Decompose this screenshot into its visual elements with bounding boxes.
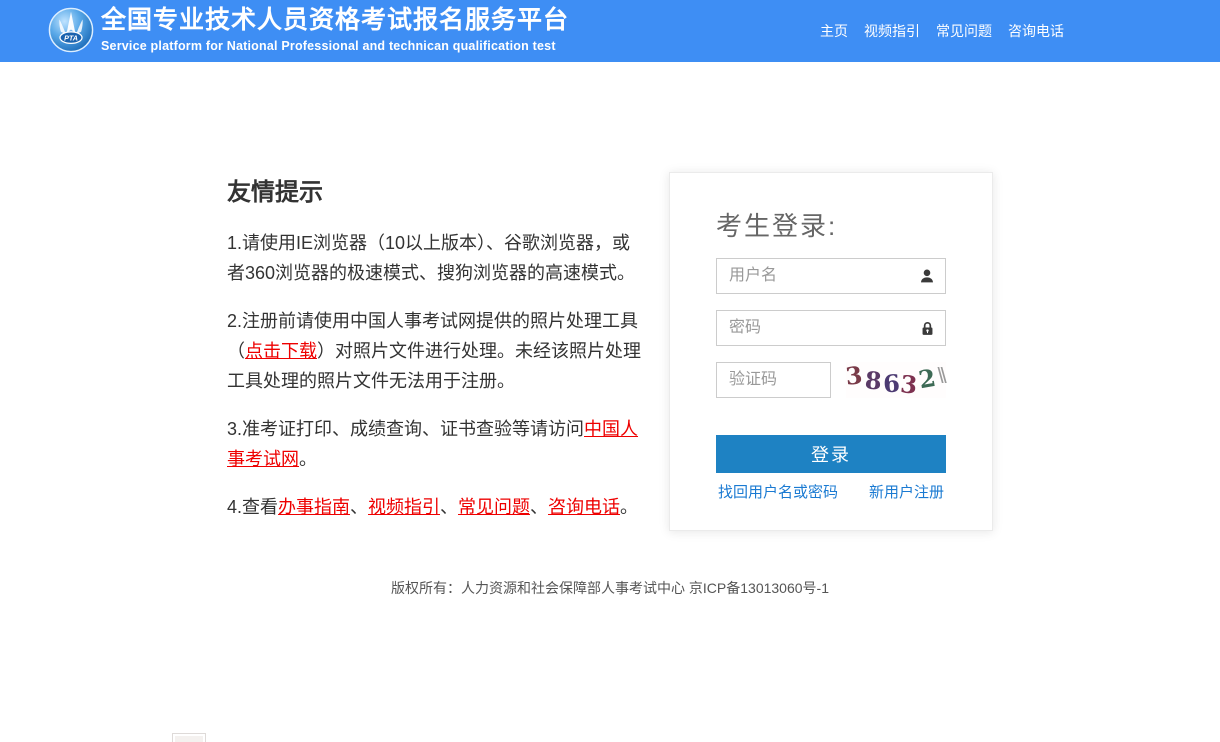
password-input[interactable] bbox=[716, 310, 946, 346]
tip-red-link[interactable]: 常见问题 bbox=[458, 497, 530, 517]
logo-text: PTA bbox=[64, 35, 78, 43]
captcha-digit: 2 bbox=[917, 366, 938, 393]
tip-item: 1.请使用IE浏览器（10以上版本）、谷歌浏览器，或者360浏览器的极速模式、搜… bbox=[227, 228, 647, 288]
captcha-digit: 3 bbox=[899, 372, 918, 398]
captcha-image[interactable]: 38632\\ bbox=[846, 362, 946, 398]
partial-element-artifact bbox=[172, 733, 206, 742]
captcha-digit: 3 bbox=[844, 363, 863, 389]
lock-icon bbox=[918, 319, 936, 337]
username-input[interactable] bbox=[716, 258, 946, 294]
brand-text: 全国专业技术人员资格考试报名服务平台 Service platform for … bbox=[101, 7, 569, 53]
user-icon bbox=[918, 267, 936, 285]
tip-item: 4.查看办事指南、视频指引、常见问题、咨询电话。 bbox=[227, 492, 647, 522]
nav-link-2[interactable]: 常见问题 bbox=[936, 21, 992, 41]
tip-item: 3.准考证打印、成绩查询、证书查验等请访问中国人事考试网。 bbox=[227, 414, 647, 474]
login-button[interactable]: 登录 bbox=[716, 435, 946, 473]
tip-red-link[interactable]: 办事指南 bbox=[278, 497, 350, 517]
username-row bbox=[716, 258, 946, 294]
tip-red-link[interactable]: 点击下载 bbox=[245, 341, 317, 361]
tips-section: 友情提示 1.请使用IE浏览器（10以上版本）、谷歌浏览器，或者360浏览器的极… bbox=[227, 172, 647, 540]
captcha-digit: 6 bbox=[883, 372, 901, 397]
login-panel: 考生登录: 38632\\ 登录 bbox=[669, 172, 993, 531]
captcha-digit: 8 bbox=[864, 368, 882, 393]
captcha-noise: \\ bbox=[938, 363, 944, 389]
tips-heading: 友情提示 bbox=[227, 172, 647, 207]
tip-red-link[interactable]: 视频指引 bbox=[368, 497, 440, 517]
tip-red-link[interactable]: 中国人事考试网 bbox=[227, 419, 638, 469]
forgot-password-link[interactable]: 找回用户名或密码 bbox=[718, 481, 838, 502]
register-link[interactable]: 新用户注册 bbox=[869, 481, 944, 502]
nav-link-3[interactable]: 咨询电话 bbox=[1008, 21, 1064, 41]
nav-link-0[interactable]: 主页 bbox=[820, 21, 848, 41]
nav-link-1[interactable]: 视频指引 bbox=[864, 21, 920, 41]
header-nav: 主页视频指引常见问题咨询电话 bbox=[820, 0, 1064, 62]
password-row bbox=[716, 310, 946, 346]
footer-copyright: 版权所有：人力资源和社会保障部人事考试中心 京ICP备13013060号-1 bbox=[0, 578, 1220, 598]
header: PTA 全国专业技术人员资格考试报名服务平台 Service platform … bbox=[0, 0, 1220, 62]
tip-item: 2.注册前请使用中国人事考试网提供的照片处理工具（点击下载）对照片文件进行处理。… bbox=[227, 306, 647, 396]
tip-red-link[interactable]: 咨询电话 bbox=[548, 497, 620, 517]
brand: PTA 全国专业技术人员资格考试报名服务平台 Service platform … bbox=[48, 7, 569, 53]
main-content: 友情提示 1.请使用IE浏览器（10以上版本）、谷歌浏览器，或者360浏览器的极… bbox=[227, 62, 993, 540]
site-title: 全国专业技术人员资格考试报名服务平台 bbox=[101, 7, 569, 35]
login-links: 找回用户名或密码 新用户注册 bbox=[716, 481, 946, 502]
captcha-row: 38632\\ bbox=[716, 362, 946, 398]
site-subtitle: Service platform for National Profession… bbox=[101, 39, 569, 53]
pta-logo-icon: PTA bbox=[48, 7, 94, 53]
tips-list: 1.请使用IE浏览器（10以上版本）、谷歌浏览器，或者360浏览器的极速模式、搜… bbox=[227, 228, 647, 522]
login-heading: 考生登录: bbox=[716, 206, 946, 243]
captcha-input[interactable] bbox=[716, 362, 831, 398]
